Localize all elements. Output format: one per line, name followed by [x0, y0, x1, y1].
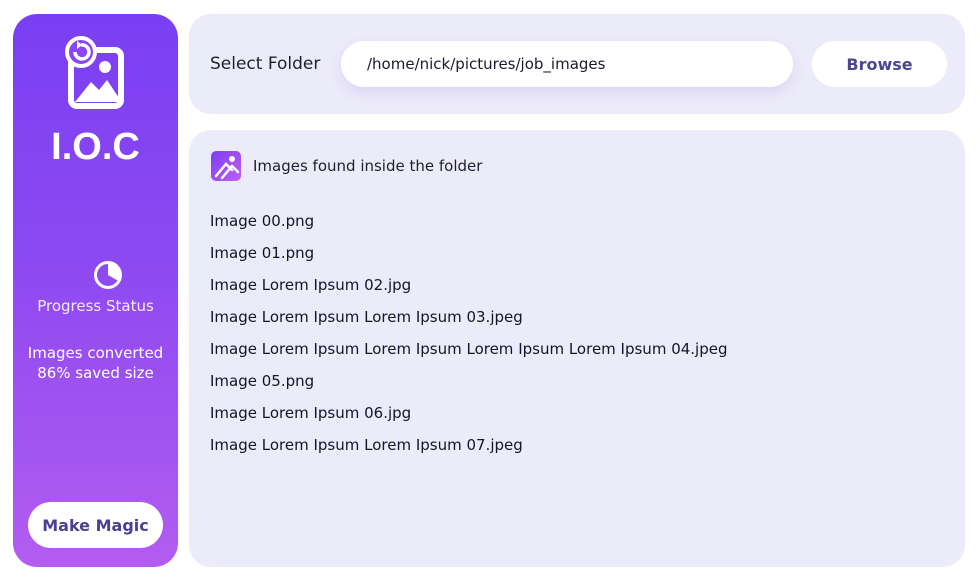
app-title: I.O.C	[51, 126, 140, 168]
list-item[interactable]: Image Lorem Ipsum Lorem Ipsum Lorem Ipsu…	[210, 339, 728, 371]
list-item[interactable]: Image Lorem Ipsum 02.jpg	[210, 275, 728, 307]
make-magic-button[interactable]: Make Magic	[28, 502, 163, 548]
folder-path-input[interactable]	[341, 41, 793, 87]
list-item[interactable]: Image 05.png	[210, 371, 728, 403]
folder-selector-panel: Select Folder Browse	[189, 14, 965, 114]
images-panel: Images found inside the folder Image 00.…	[189, 130, 965, 567]
pie-progress-icon	[94, 261, 122, 289]
progress-status-label: Progress Status	[37, 297, 154, 315]
browse-button[interactable]: Browse	[812, 41, 947, 87]
saved-size-text: 86% saved size	[37, 364, 154, 382]
images-found-heading: Images found inside the folder	[253, 157, 483, 175]
image-gallery-icon	[211, 151, 241, 181]
list-item[interactable]: Image 00.png	[210, 211, 728, 243]
images-converted-text: Images converted	[27, 344, 164, 362]
list-item[interactable]: Image 01.png	[210, 243, 728, 275]
list-item[interactable]: Image Lorem Ipsum Lorem Ipsum 07.jpeg	[210, 435, 728, 467]
select-folder-label: Select Folder	[210, 54, 321, 74]
image-file-list: Image 00.png Image 01.png Image Lorem Ip…	[210, 211, 728, 467]
list-item[interactable]: Image Lorem Ipsum Lorem Ipsum 03.jpeg	[210, 307, 728, 339]
sidebar: I.O.C Progress Status Images converted 8…	[13, 14, 178, 567]
image-convert-icon	[65, 36, 124, 109]
conversion-stats: Images converted 86% saved size	[13, 343, 178, 383]
list-item[interactable]: Image Lorem Ipsum 06.jpg	[210, 403, 728, 435]
